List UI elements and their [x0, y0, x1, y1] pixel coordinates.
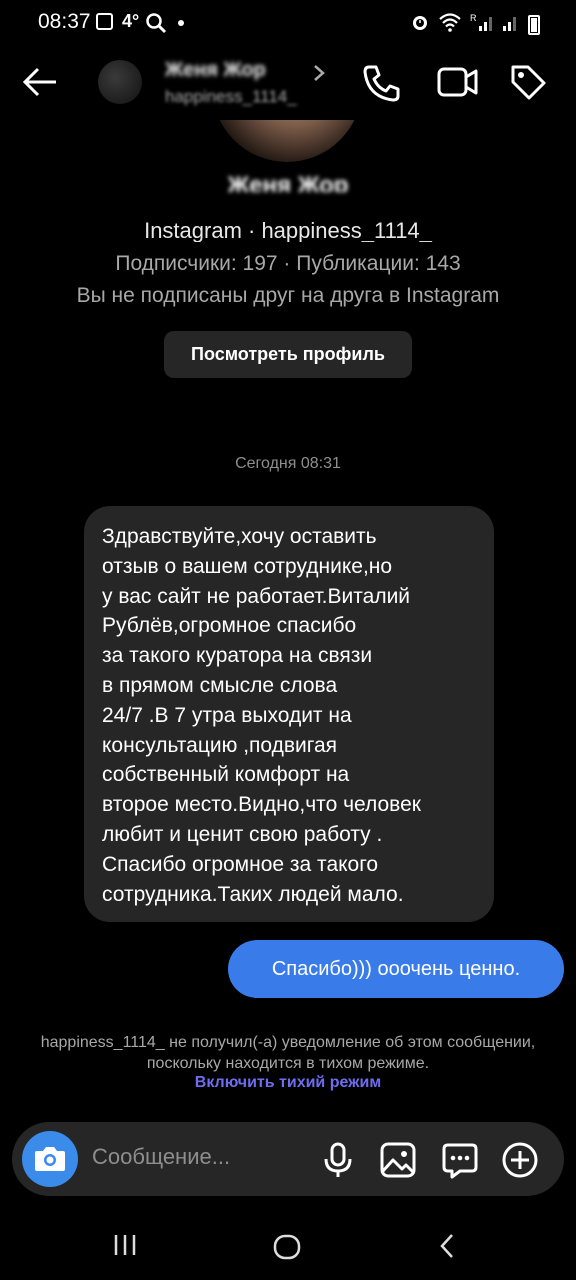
status-bar: 08:37 4° R: [0, 0, 576, 46]
more-options-button[interactable]: [500, 1140, 540, 1185]
phone-icon: [363, 65, 400, 102]
gallery-icon: [380, 1142, 416, 1178]
profile-instagram-handle: Instagram · happiness_1114_: [144, 218, 432, 242]
quiet-mode-notice: happiness_1114_ не получил(-а) уведомлен…: [40, 1034, 536, 1072]
back-button[interactable]: [20, 62, 64, 102]
view-profile-button[interactable]: Посмотреть профиль: [164, 331, 412, 378]
chevron-right-icon[interactable]: [312, 64, 326, 87]
voice-message-button[interactable]: [318, 1140, 358, 1185]
incoming-message[interactable]: Здравствуйте,хочу оставить отзыв о вашем…: [84, 506, 494, 922]
notification-dot-icon: [178, 20, 184, 26]
camera-button[interactable]: [22, 1131, 78, 1187]
chevron-left-icon: [440, 1234, 453, 1258]
contact-username[interactable]: happiness_1114_: [165, 87, 297, 107]
signal-r-icon: R: [470, 12, 494, 37]
follow-status: Вы не подписаны друг на друга в Instagra…: [76, 284, 500, 307]
message-input[interactable]: [92, 1144, 312, 1170]
sticker-icon: [442, 1143, 478, 1179]
microphone-icon: [324, 1142, 352, 1177]
recents-button[interactable]: [112, 1232, 138, 1263]
alarm-icon: [410, 12, 430, 37]
outgoing-message[interactable]: Спасибо))) ооочень ценно.: [228, 940, 564, 998]
audio-call-button[interactable]: [360, 62, 402, 109]
contact-avatar[interactable]: [98, 60, 142, 104]
wifi-icon: [438, 12, 462, 37]
home-button[interactable]: [272, 1232, 302, 1267]
sticker-button[interactable]: [440, 1140, 480, 1185]
video-call-button[interactable]: [436, 62, 480, 107]
signal-icon: [502, 12, 520, 37]
temperature: 4°: [122, 11, 140, 31]
battery-icon: [528, 14, 540, 35]
video-camera-icon: [437, 67, 478, 97]
gallery-button[interactable]: [378, 1140, 418, 1185]
system-navigation-bar: [0, 1212, 576, 1280]
status-time: 08:37: [38, 10, 91, 33]
profile-stats: Подписчики: 197 · Публикации: 143: [115, 252, 461, 275]
plus-icon: [502, 1142, 538, 1178]
status-icons: R: [410, 12, 540, 37]
profile-fullname: Женя Жор: [227, 172, 349, 192]
home-icon: [273, 1234, 301, 1260]
camera-icon: [35, 1147, 65, 1171]
svg-text:R: R: [470, 13, 477, 23]
back-arrow-icon: [22, 67, 56, 97]
message-timestamp: Сегодня 08:31: [235, 455, 341, 472]
checkbox-notification-icon: [96, 13, 113, 30]
recents-icon: [114, 1235, 136, 1255]
search-notification-icon: [145, 12, 167, 39]
contact-name[interactable]: Женя Жор: [165, 59, 266, 82]
message-composer: [12, 1122, 564, 1196]
tag-icon: [511, 65, 546, 100]
system-back-button[interactable]: [436, 1232, 460, 1265]
tag-button[interactable]: [508, 62, 548, 107]
enable-quiet-mode-link[interactable]: Включить тихий режим: [0, 1074, 576, 1092]
chat-header: Женя Жор happiness_1114_: [0, 46, 576, 120]
